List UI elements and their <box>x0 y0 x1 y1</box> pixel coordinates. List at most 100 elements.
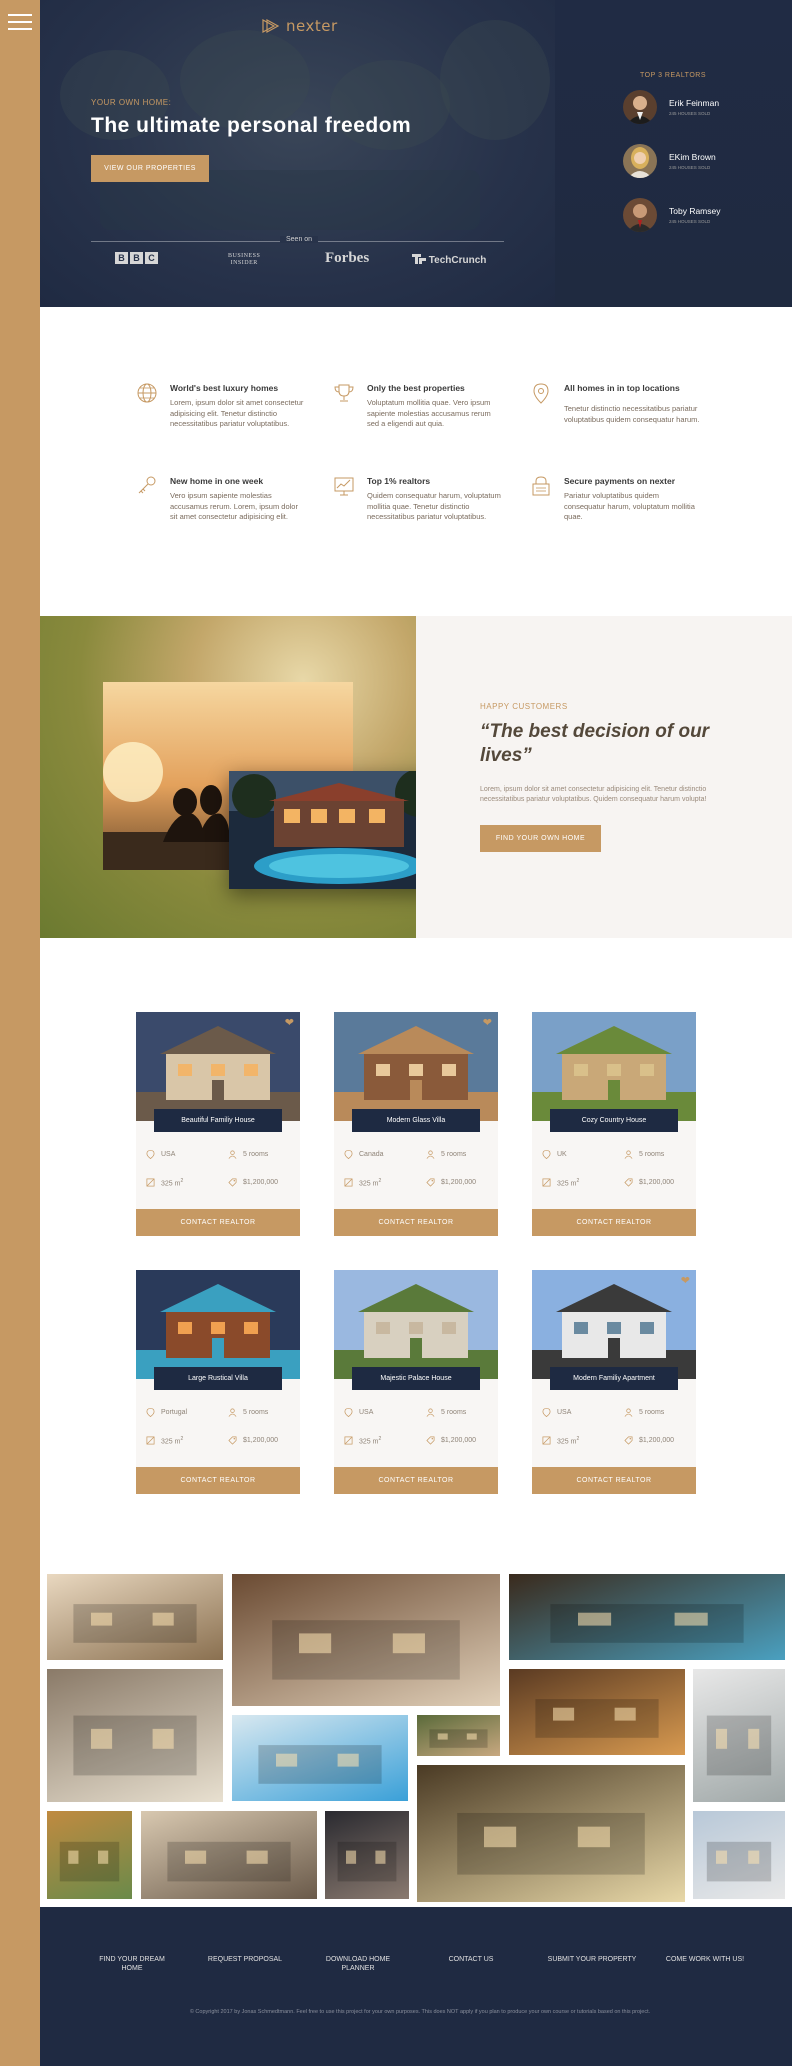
price-tag-icon <box>228 1178 237 1187</box>
area-icon <box>146 1436 155 1445</box>
home-country: Canada <box>344 1150 384 1159</box>
copyright: © Copyright 2017 by Jonas Schmedtmann. F… <box>189 2009 651 2015</box>
key-icon <box>138 476 156 494</box>
price-tag-icon <box>624 1436 633 1445</box>
home-price: $1,200,000 <box>624 1178 674 1187</box>
realtor-name: Toby Ramsey <box>669 206 721 216</box>
footer-link-submit-property[interactable]: SUBMIT YOUR PROPERTY <box>544 1955 640 1964</box>
realtor-card[interactable]: EKim Brown 245 HOUSES SOLD <box>623 144 763 180</box>
story-content <box>416 616 792 938</box>
contact-realtor-button[interactable]: CONTACT REALTOR <box>136 1209 300 1236</box>
trophy-icon <box>334 384 354 402</box>
area-icon <box>146 1178 155 1187</box>
person-icon <box>426 1150 435 1159</box>
feature-title: World's best luxury homes <box>170 383 279 393</box>
footer-link-request-proposal[interactable]: REQUEST PROPOSAL <box>205 1955 285 1964</box>
business-insider-logo: BUSINESS INSIDER <box>228 253 261 266</box>
contact-realtor-button[interactable]: CONTACT REALTOR <box>334 1209 498 1236</box>
story-text: Lorem, ipsum dolor sit amet consectetur … <box>480 786 707 803</box>
techcrunch-logo: TechCrunch <box>412 254 486 266</box>
home-area: 325 m2 <box>344 1178 381 1187</box>
home-area: 325 m2 <box>146 1436 183 1445</box>
find-home-button[interactable]: FIND YOUR OWN HOME <box>480 825 601 852</box>
story-label: HAPPY CUSTOMERS <box>480 702 568 711</box>
footer-link-download-planner[interactable]: DOWNLOAD HOME PLANNER <box>318 1955 398 1973</box>
map-pin-icon <box>533 383 549 404</box>
seen-on-label: Seen on <box>280 236 319 243</box>
person-icon <box>624 1150 633 1159</box>
home-rooms: 5 rooms <box>426 1150 466 1159</box>
contact-realtor-button[interactable]: CONTACT REALTOR <box>334 1467 498 1494</box>
homes-section: ❤ Beautiful Familiy House USA 5 rooms 32… <box>40 938 792 1570</box>
hero-subtitle: YOUR OWN HOME: <box>91 98 172 107</box>
realtor-sold: 245 HOUSES SOLD <box>669 111 711 116</box>
home-price: $1,200,000 <box>426 1436 476 1445</box>
feature-text: Lorem, ipsum dolor sit amet consectetur … <box>170 398 304 428</box>
favorite-heart-icon[interactable]: ❤ <box>483 1016 492 1029</box>
home-name: Modern Glass Villa <box>352 1109 480 1132</box>
forbes-logo: Forbes <box>325 250 370 266</box>
area-icon <box>542 1178 551 1187</box>
person-icon <box>228 1150 237 1159</box>
map-pin-icon <box>344 1408 353 1417</box>
logo[interactable]: nexter <box>262 17 338 35</box>
footer-link-work-with-us[interactable]: COME WORK WITH US! <box>657 1955 753 1964</box>
price-tag-icon <box>624 1178 633 1187</box>
realtor-sold: 245 HOUSES SOLD <box>669 219 711 224</box>
home-area: 325 m2 <box>542 1436 579 1445</box>
gallery-image <box>141 1811 317 1899</box>
main-content: nexter YOUR OWN HOME: The ultimate perso… <box>40 0 792 2066</box>
favorite-heart-icon[interactable]: ❤ <box>285 1016 294 1029</box>
globe-icon <box>137 383 157 403</box>
contact-realtor-button[interactable]: CONTACT REALTOR <box>532 1467 696 1494</box>
realtor-sold: 245 HOUSES SOLD <box>669 165 711 170</box>
home-country: Portugal <box>146 1408 187 1417</box>
story-section: HAPPY CUSTOMERS “The best decision of ou… <box>40 616 792 938</box>
realtor-avatar <box>623 90 657 124</box>
home-area: 325 m2 <box>542 1178 579 1187</box>
gallery-image <box>509 1574 785 1660</box>
feature-title: Secure payments on nexter <box>564 476 676 486</box>
home-country: USA <box>542 1408 571 1417</box>
realtor-card[interactable]: Toby Ramsey 245 HOUSES SOLD <box>623 198 763 234</box>
view-properties-button[interactable]: VIEW OUR PROPERTIES <box>91 155 209 182</box>
feature-title: Top 1% realtors <box>367 476 431 486</box>
home-card: ❤ Beautiful Familiy House USA 5 rooms 32… <box>136 1012 300 1236</box>
gallery-image <box>509 1669 685 1755</box>
home-image <box>334 1270 498 1379</box>
footer-link-contact[interactable]: CONTACT US <box>431 1955 511 1964</box>
techcrunch-icon <box>412 254 426 264</box>
feature-text: Pariatur voluptatibus quidem consequatur… <box>564 491 695 521</box>
home-rooms: 5 rooms <box>624 1150 664 1159</box>
contact-realtor-button[interactable]: CONTACT REALTOR <box>136 1467 300 1494</box>
realtor-card[interactable]: Erik Feinman 245 HOUSES SOLD <box>623 90 763 126</box>
header: nexter YOUR OWN HOME: The ultimate perso… <box>40 0 792 307</box>
favorite-heart-icon[interactable]: ❤ <box>681 1274 690 1287</box>
villa-pool-image <box>229 771 442 889</box>
home-country: USA <box>344 1408 373 1417</box>
menu-icon[interactable] <box>8 14 32 30</box>
realtor-name: EKim Brown <box>669 152 716 162</box>
feature-text: Voluptatum mollitia quae. Vero ipsum sap… <box>367 398 491 428</box>
home-rooms: 5 rooms <box>624 1408 664 1417</box>
footer-link-find-home[interactable]: FIND YOUR DREAM HOME <box>92 1955 172 1973</box>
home-image <box>532 1270 696 1379</box>
home-rooms: 5 rooms <box>426 1408 466 1417</box>
home-rooms: 5 rooms <box>228 1408 268 1417</box>
home-image <box>136 1012 300 1121</box>
logo-text: nexter <box>286 17 338 35</box>
gallery-image <box>693 1669 785 1802</box>
gallery-image <box>47 1811 132 1899</box>
gallery-image <box>417 1765 685 1902</box>
bbc-logo: BBC <box>115 252 158 264</box>
feature-text: Quidem consequatur harum, voluptatum mol… <box>367 491 501 521</box>
home-card: Large Rustical Villa Portugal 5 rooms 32… <box>136 1270 300 1494</box>
lock-icon <box>532 476 550 496</box>
realtor-name: Erik Feinman <box>669 98 720 108</box>
realtor-avatar <box>623 198 657 232</box>
contact-realtor-button[interactable]: CONTACT REALTOR <box>532 1209 696 1236</box>
map-pin-icon <box>542 1408 551 1417</box>
price-tag-icon <box>426 1178 435 1187</box>
map-pin-icon <box>146 1150 155 1159</box>
map-pin-icon <box>146 1408 155 1417</box>
